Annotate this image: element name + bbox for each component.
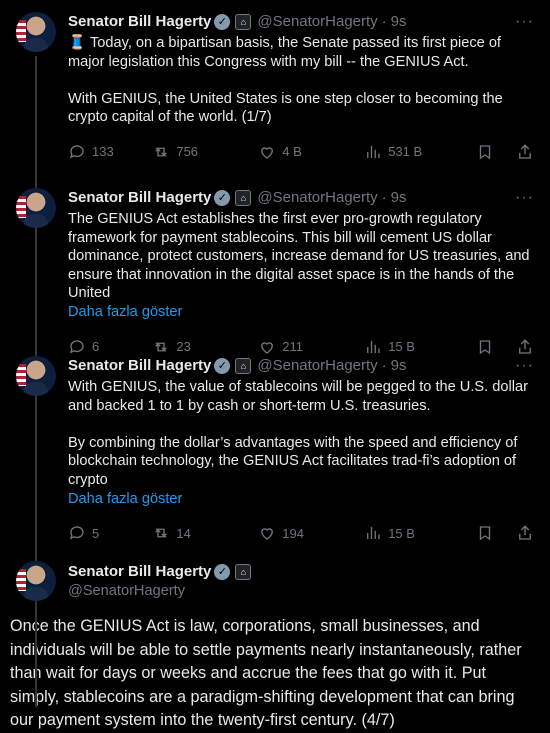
reply-icon xyxy=(69,145,84,159)
bookmark-icon[interactable] xyxy=(476,524,494,542)
avatar[interactable] xyxy=(16,188,56,228)
tweet[interactable]: Senator Bill Hagerty ✓ ⌂ @SenatorHagerty… xyxy=(0,176,550,480)
view-count: 531 B xyxy=(388,144,423,160)
avatar[interactable] xyxy=(16,561,56,601)
share-icon[interactable] xyxy=(516,143,534,161)
more-options-icon[interactable]: ··· xyxy=(515,356,534,376)
government-badge-icon: ⌂ xyxy=(235,563,252,580)
separator: · xyxy=(381,13,387,30)
reply-button[interactable]: 133 xyxy=(68,143,152,161)
like-icon xyxy=(261,147,274,159)
show-more-link[interactable]: Daha fazla göster xyxy=(68,303,534,322)
reply-count: 133 xyxy=(92,144,114,160)
tweet-text: With GENIUS, the value of stablecoins wi… xyxy=(68,379,528,488)
tweet[interactable]: Senator Bill Hagerty ✓ ⌂ @SenatorHagerty… xyxy=(0,344,550,708)
separator: · xyxy=(381,189,387,206)
repost-count: 756 xyxy=(176,144,199,160)
author-name[interactable]: Senator Bill Hagerty xyxy=(68,12,211,32)
reply-icon xyxy=(69,526,84,540)
author-name[interactable]: Senator Bill Hagerty xyxy=(68,356,211,376)
verified-check-icon: ✓ xyxy=(214,358,231,374)
tweet[interactable]: Senator Bill Hagerty ✓ ⌂ @SenatorHagerty… xyxy=(0,0,550,293)
government-badge-icon: ⌂ xyxy=(235,358,252,374)
views-button[interactable]: 531 B xyxy=(364,143,476,161)
tweet-text: The GENIUS Act establishes the first eve… xyxy=(68,211,534,302)
focused-tweet[interactable]: Senator Bill Hagerty ✓ ⌂ @SenatorHagerty… xyxy=(0,551,550,733)
timestamp[interactable]: 9s xyxy=(391,12,407,32)
timestamp[interactable]: 9s xyxy=(391,188,407,208)
author-name[interactable]: Senator Bill Hagerty xyxy=(68,188,211,208)
timestamp[interactable]: 9s xyxy=(391,356,407,376)
like-button[interactable]: 194 xyxy=(258,524,364,542)
repost-icon xyxy=(155,147,168,157)
action-bar: 133 756 4 B 531 B xyxy=(68,133,534,171)
repost-button[interactable]: 756 xyxy=(152,143,258,161)
reply-count: 5 xyxy=(92,525,100,541)
verified-check-icon: ✓ xyxy=(214,14,231,30)
more-options-icon[interactable]: ··· xyxy=(515,12,534,32)
views-button[interactable]: 15 B xyxy=(364,524,476,542)
author-name[interactable]: Senator Bill Hagerty xyxy=(68,562,211,582)
like-button[interactable]: 4 B xyxy=(258,143,364,161)
tweet-text: Once the GENIUS Act is law, corporations… xyxy=(10,617,527,730)
author-handle[interactable]: @SenatorHagerty xyxy=(257,356,377,376)
avatar[interactable] xyxy=(16,12,56,52)
thread-connector xyxy=(35,400,37,708)
author-handle[interactable]: @SenatorHagerty xyxy=(68,582,251,601)
like-count: 4 B xyxy=(282,144,302,160)
verified-check-icon: ✓ xyxy=(214,190,231,206)
author-handle[interactable]: @SenatorHagerty xyxy=(257,188,377,208)
repost-icon xyxy=(155,528,168,538)
repost-count: 14 xyxy=(176,525,191,541)
verified-check-icon: ✓ xyxy=(214,563,231,580)
views-icon xyxy=(367,527,380,540)
government-badge-icon: ⌂ xyxy=(235,14,252,30)
avatar[interactable] xyxy=(16,356,56,396)
action-bar: 5 14 194 15 B xyxy=(68,514,534,552)
view-count: 15 B xyxy=(388,525,415,541)
share-icon[interactable] xyxy=(516,524,534,542)
bookmark-icon[interactable] xyxy=(476,143,494,161)
more-options-icon[interactable]: ··· xyxy=(515,188,534,208)
author-handle[interactable]: @SenatorHagerty xyxy=(257,12,377,32)
government-badge-icon: ⌂ xyxy=(235,190,252,206)
like-count: 194 xyxy=(282,525,304,541)
tweet-text: 🧵 Today, on a bipartisan basis, the Sena… xyxy=(68,35,503,126)
views-icon xyxy=(367,145,380,158)
tweet-thread: Senator Bill Hagerty ✓ ⌂ @SenatorHagerty… xyxy=(0,0,550,729)
like-icon xyxy=(261,528,274,540)
show-more-link[interactable]: Daha fazla göster xyxy=(68,490,534,509)
separator: · xyxy=(381,357,387,374)
reply-button[interactable]: 5 xyxy=(68,524,152,542)
repost-button[interactable]: 14 xyxy=(152,524,258,542)
